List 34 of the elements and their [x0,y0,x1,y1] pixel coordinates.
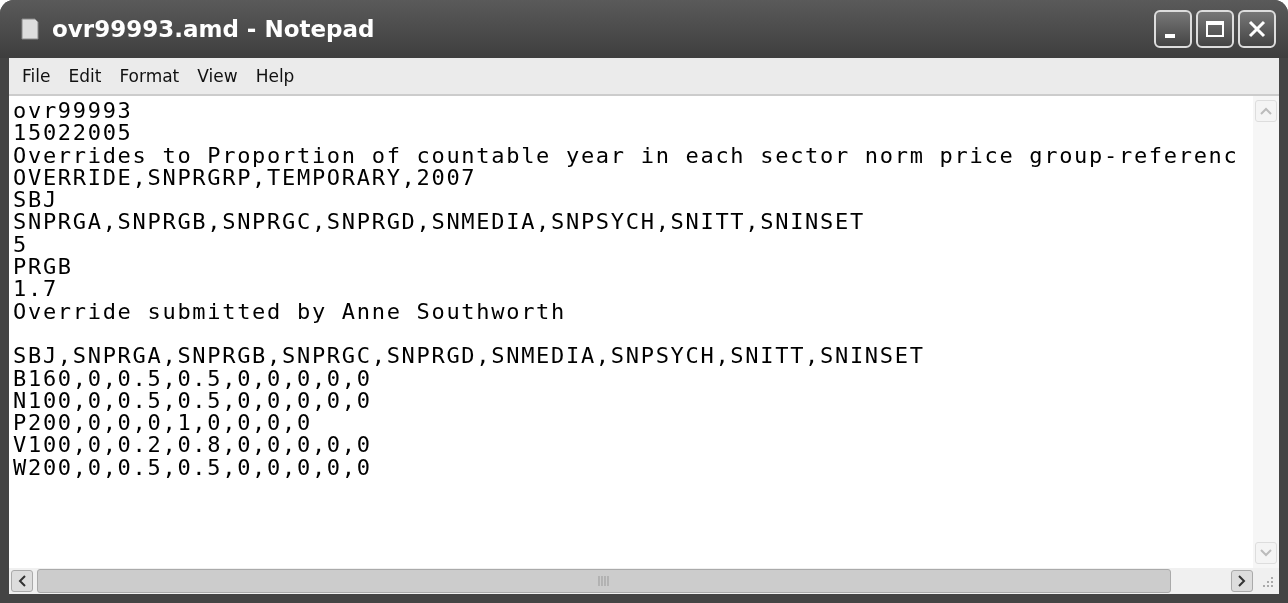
minimize-icon [1165,34,1175,38]
grip-icon [598,576,610,586]
text-line: Overrides to Proportion of countable year in each sector norm price group-referenc [13,144,1240,167]
text-line: V100,0,0.2,0.8,0,0,0,0,0 [13,434,373,457]
notepad-icon [18,17,42,41]
text-line: SNPRGA,SNPRGB,SNPRGC,SNPRGD,SNMEDIA,SNPSYCH,SNITT,SNINSET [13,211,866,234]
text-line: P200,0,0,0,1,0,0,0,0 [13,412,312,435]
scroll-left-button[interactable] [11,570,33,592]
window-title: ovr99993.amd - Notepad [52,16,376,42]
menu-item[interactable]: Format [110,66,189,86]
text-line: SBJ,SNPRGA,SNPRGB,SNPRGC,SNPRGD,SNMEDIA,SNPSYCH,SNITT,SNINSET [13,345,926,368]
maximize-button[interactable] [1196,10,1234,48]
text-line: PRGB [13,256,74,279]
text-line: 15022005 [13,122,134,145]
menu-item[interactable]: Help [246,66,304,86]
horizontal-scrollbar[interactable] [9,568,1255,594]
text-line: N100,0,0.5,0.5,0,0,0,0,0 [13,389,373,413]
text-line: W200,0,0.5,0.5,0,0,0,0,0 [13,456,373,480]
text-line: ovr99993 [13,100,134,123]
menu-item[interactable]: View [188,66,247,86]
scroll-thumb[interactable] [37,569,1171,593]
text-line: Override submitted by Anne Southworth [13,300,567,323]
text-line: SBJ [13,189,58,212]
scroll-right-button[interactable] [1231,570,1253,592]
close-icon [1247,19,1267,39]
menu-item[interactable]: File [13,66,60,86]
close-button[interactable] [1238,10,1276,48]
maximize-icon [1205,20,1225,38]
text-line: 1.7 [13,278,59,301]
text-line: OVERRIDE,SNPRGRP,TEMPORARY,2007 [13,166,478,190]
text-line: B160,0,0.5,0.5,0,0,0,0,0 [13,367,372,390]
menu-item[interactable]: Edit [59,66,111,86]
text-line: 5 [13,233,28,257]
minimize-button[interactable] [1154,10,1192,48]
